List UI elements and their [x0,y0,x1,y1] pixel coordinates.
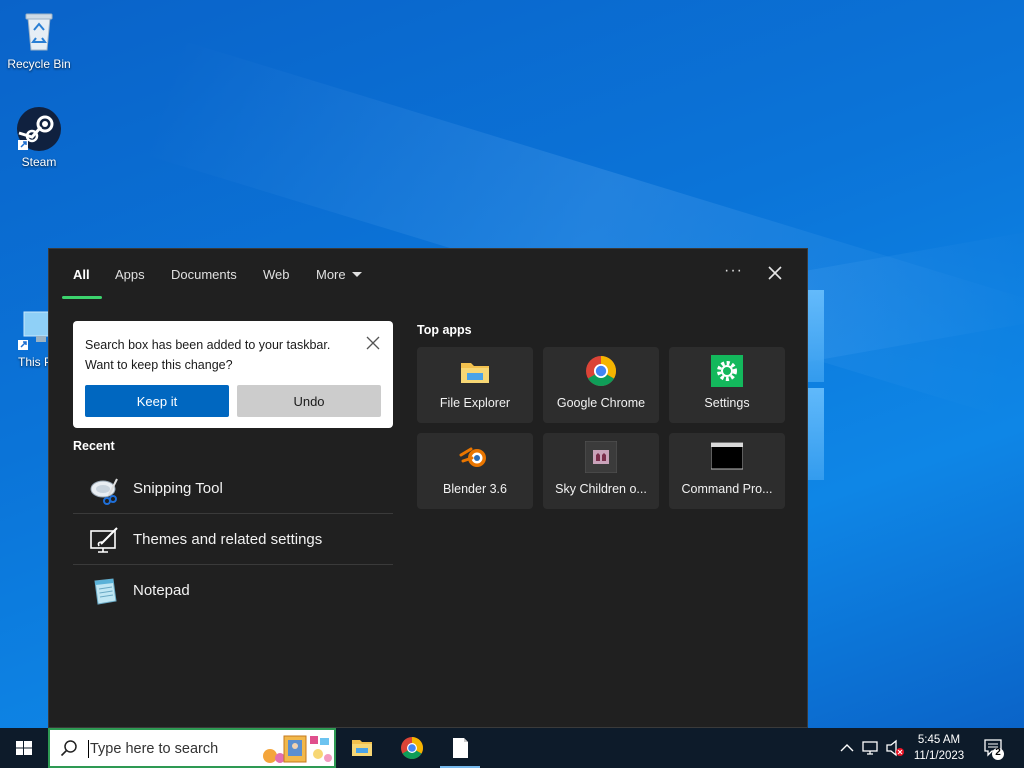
tab-more[interactable]: More [316,267,362,282]
app-tile-file-explorer[interactable]: File Explorer [417,347,533,423]
volume-muted-icon [886,739,904,757]
settings-gear-icon [711,355,743,387]
recent-item-notepad[interactable]: Notepad [73,565,393,616]
search-tabs: All Apps Documents Web More ··· [49,249,807,301]
recent-item-label: Notepad [133,582,190,599]
clock-date: 11/1/2023 [913,750,965,762]
start-button[interactable] [0,728,48,768]
recent-item-label: Themes and related settings [133,531,323,548]
show-hidden-icons-button[interactable] [838,728,856,768]
recent-heading: Recent [73,439,115,453]
recent-item-label: Snipping Tool [133,480,223,497]
desktop-icon-recycle-bin[interactable]: Recycle Bin [2,8,76,71]
taskbar-file-explorer[interactable] [338,728,386,768]
search-highlight-illustration [260,732,334,764]
notepad-icon [89,575,121,607]
search-panel: All Apps Documents Web More ··· Search b… [48,248,808,728]
chrome-icon [585,355,617,387]
tab-more-label: More [316,267,346,282]
top-apps-heading: Top apps [417,323,472,337]
volume-tray-button[interactable] [884,728,906,768]
close-icon [768,266,782,280]
search-icon [60,740,77,757]
tab-documents[interactable]: Documents [171,267,237,282]
app-tile-label: Sky Children o... [555,482,647,496]
taskbar-chrome[interactable] [388,728,436,768]
command-prompt-icon [710,441,744,473]
more-options-button[interactable]: ··· [724,262,743,280]
close-panel-button[interactable] [765,263,785,283]
toast-message-line1: Search box has been added to your taskba… [85,338,331,352]
keep-it-button[interactable]: Keep it [85,385,229,417]
tab-web[interactable]: Web [263,267,290,282]
wallpaper-windows-logo [808,290,824,480]
app-tile-label: File Explorer [439,396,511,410]
notification-count-badge: 2 [995,747,1001,758]
toast-message-line2: Want to keep this change? [85,358,233,372]
file-explorer-icon [352,740,372,756]
app-tile-label: Settings [704,396,750,410]
clock-time: 5:45 AM [917,734,961,746]
chevron-down-icon [351,272,362,277]
recent-item-snipping-tool[interactable]: Snipping Tool [73,463,393,514]
desktop-icon-label: Recycle Bin [7,57,71,71]
app-tile-label: Command Pro... [681,482,773,496]
desktop-icon-label: Steam [21,155,57,169]
recent-item-themes-settings[interactable]: Themes and related settings [73,514,393,565]
undo-button[interactable]: Undo [237,385,381,417]
close-icon [366,336,380,350]
chevron-up-icon [840,744,854,752]
app-tile-settings[interactable]: Settings [669,347,785,423]
network-icon [862,741,878,755]
themes-settings-icon [89,524,121,556]
taskbar-search-box[interactable]: Type here to search [48,728,336,768]
steam-icon [16,106,62,152]
app-tile-google-chrome[interactable]: Google Chrome [543,347,659,423]
network-tray-button[interactable] [860,728,882,768]
windows-logo-icon [16,741,32,755]
app-tile-command-prompt[interactable]: Command Pro... [669,433,785,509]
toast-message: Search box has been added to your taskba… [85,335,345,375]
chrome-icon [401,737,423,759]
tab-all[interactable]: All [73,267,90,282]
app-tile-label: Blender 3.6 [443,482,507,496]
search-placeholder: Type here to search [90,741,219,757]
tab-apps[interactable]: Apps [115,267,145,282]
app-tile-sky-children[interactable]: Sky Children o... [543,433,659,509]
taskbar-clock[interactable]: 5:45 AM 11/1/2023 [904,732,974,764]
file-explorer-icon [459,355,491,387]
active-tab-indicator [62,296,102,299]
recent-list: Snipping Tool Themes and related setting… [73,463,393,616]
app-tile-blender[interactable]: Blender 3.6 [417,433,533,509]
notepad-file-icon [453,738,468,758]
sky-children-icon [584,440,618,474]
app-tile-label: Google Chrome [556,396,646,410]
snipping-tool-icon [89,473,121,505]
taskbar-notepad-file[interactable] [436,728,484,768]
toast-close-button[interactable] [365,335,381,351]
blender-icon [459,441,491,473]
taskbar: Type here to search 5:45 AM 11/1/2023 2 [0,728,1024,768]
text-cursor [88,740,89,758]
notification-center-button[interactable]: 2 [980,728,1010,768]
recycle-bin-icon [16,8,62,54]
desktop-icon-steam[interactable]: Steam [2,106,76,169]
taskbar-change-toast: Search box has been added to your taskba… [73,321,393,428]
